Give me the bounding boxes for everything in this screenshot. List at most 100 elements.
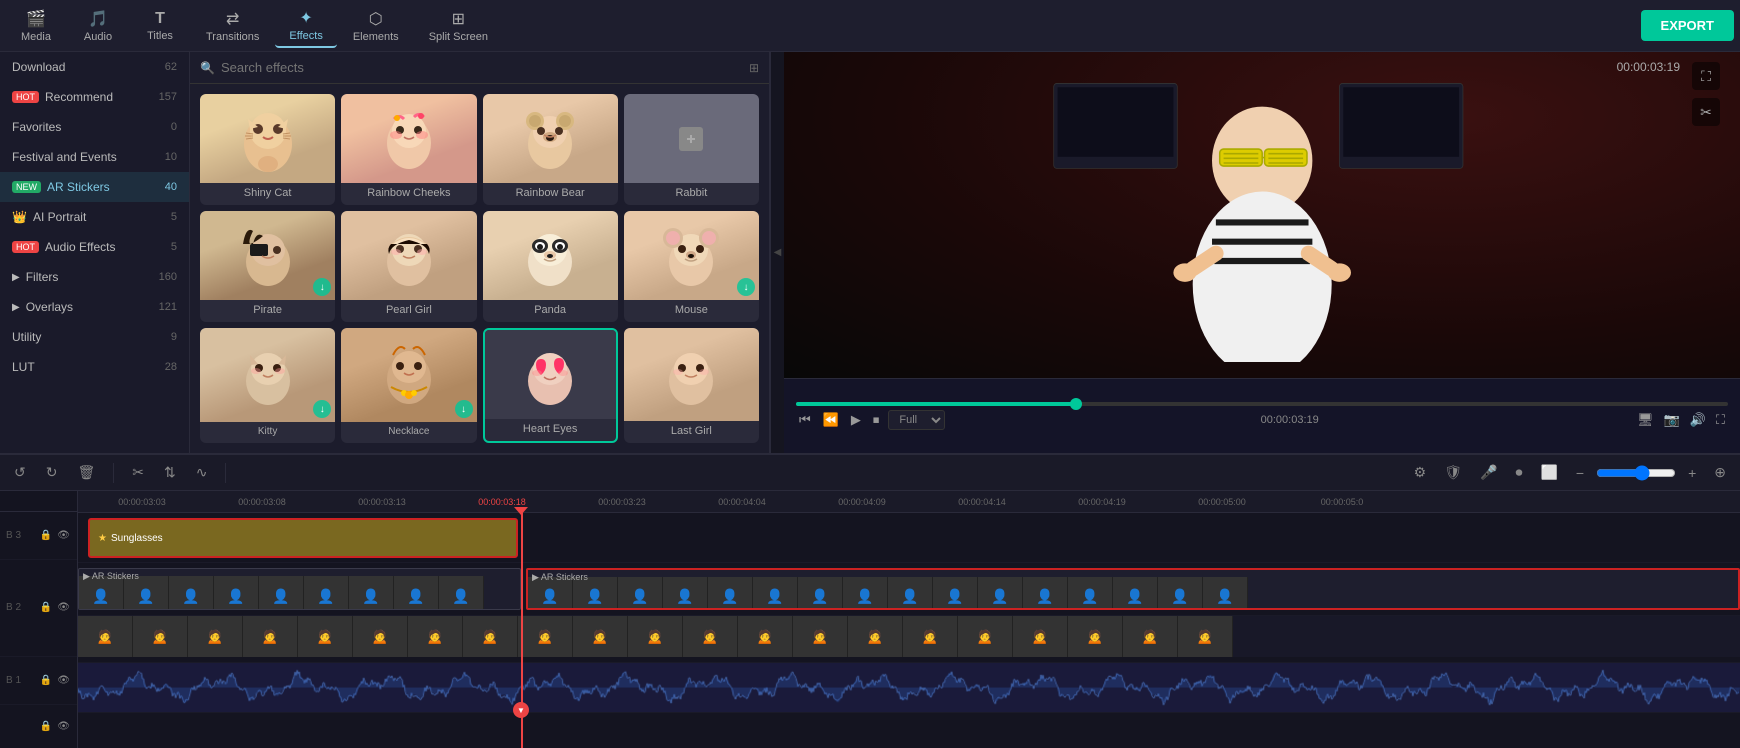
chevron-overlays-icon: ▶ (12, 302, 20, 313)
timeline-settings-btn[interactable]: ⚙ (1408, 460, 1433, 485)
effect-card-pirate[interactable]: ↓ Pirate (200, 211, 335, 322)
toolbar-elements-label: Elements (353, 31, 399, 43)
sidebar-audio-label: Audio Effects (45, 240, 116, 254)
ar-clip-2[interactable]: ▶ AR Stickers 👤 👤 👤 👤 👤 👤 👤 👤 👤 (526, 568, 1740, 610)
download-icon-mouse[interactable]: ↓ (737, 278, 755, 296)
search-input[interactable] (221, 60, 743, 75)
screenshot-btn[interactable]: 📷 (1661, 410, 1683, 430)
effect-card-necklace[interactable]: ↓ Necklace (341, 328, 476, 443)
progress-bar-container (796, 402, 1728, 406)
play-button[interactable]: ▶ (848, 410, 864, 430)
toolbar-splitscreen[interactable]: ⊞ Split Screen (415, 5, 502, 47)
toolbar-media[interactable]: 🎬 Media (6, 5, 66, 47)
effect-card-rabbit[interactable]: Rabbit (624, 94, 759, 205)
eye-b3-btn[interactable]: 👁 (56, 529, 71, 542)
effect-card-cat3[interactable]: ↓ Kitty (200, 328, 335, 443)
download-icon-pirate[interactable]: ↓ (313, 278, 331, 296)
waveform-canvas (78, 663, 1740, 712)
sidebar-item-recommend[interactable]: HOT Recommend 157 (0, 82, 189, 112)
sidebar-item-festival[interactable]: Festival and Events 10 (0, 142, 189, 172)
toolbar-audio[interactable]: 🎵 Audio (68, 5, 128, 47)
sidebar-item-utility[interactable]: Utility 9 (0, 322, 189, 352)
stop-button[interactable]: ⏹ (870, 410, 883, 430)
eye-b2-btn[interactable]: 👁 (56, 601, 71, 614)
timeline-caption-btn[interactable]: ⬜ (1534, 460, 1563, 485)
lock-b2-btn[interactable]: 🔒 (39, 601, 53, 614)
fullscreen-btn[interactable]: ⛶ (1713, 410, 1728, 430)
sidebar-ai-count: 5 (171, 211, 177, 223)
timeline-record-btn[interactable]: ⏺ (1509, 460, 1528, 485)
effect-name-mouse: Mouse (624, 300, 759, 322)
playhead-marker: ▼ (513, 702, 529, 718)
time-code-display: 00:00:03:19 (1261, 414, 1319, 426)
effect-card-panda[interactable]: Panda (483, 211, 618, 322)
sidebar-item-audio-effects[interactable]: HOT Audio Effects 5 (0, 232, 189, 262)
preview-video-area: ⛶ ✂ 00:00:03:19 (784, 52, 1740, 378)
ar-clip-1[interactable]: ▶ AR Stickers 👤 👤 👤 👤 👤 👤 👤 👤 👤 (78, 568, 521, 610)
preview-crop-btn[interactable]: ✂ (1692, 98, 1720, 126)
progress-knob[interactable] (1070, 398, 1082, 410)
effect-name-rabbit: Rabbit (624, 183, 759, 205)
effects-grid: Shiny Cat Rainbow Cheeks Rainbow Bear (190, 84, 769, 453)
toolbar-elements[interactable]: ⬡ Elements (339, 5, 413, 47)
track-label-b2: B 2 🔒 👁 (0, 560, 77, 656)
timeline-zoom-slider[interactable] (1596, 465, 1676, 481)
effect-card-last[interactable]: Last Girl (624, 328, 759, 443)
timeline-shield-btn[interactable]: 🛡 (1438, 460, 1468, 485)
toolbar-titles[interactable]: T Titles (130, 6, 190, 46)
sidebar-item-lut[interactable]: LUT 28 (0, 352, 189, 382)
timeline-zoom-in-btn[interactable]: + (1682, 461, 1702, 485)
split-button[interactable]: ⇅ (158, 460, 182, 485)
track-b1-row (78, 663, 1740, 713)
preview-section: ⛶ ✂ 00:00:03:19 ⏮ (784, 52, 1740, 453)
grid-view-icon[interactable]: ⊞ (749, 61, 759, 75)
sidebar-item-ai-portrait[interactable]: 👑 AI Portrait 5 (0, 202, 189, 232)
skip-back-button[interactable]: ⏮ (796, 410, 814, 430)
effect-thumb-heart-eyes (485, 330, 616, 419)
sidebar-item-filters[interactable]: ▶ Filters 160 (0, 262, 189, 292)
effect-card-heart-eyes[interactable]: Heart Eyes (483, 328, 618, 443)
download-icon-necklace[interactable]: ↓ (455, 400, 473, 418)
effect-thumb-rainbow-cheeks (341, 94, 476, 183)
toolbar-transitions[interactable]: ⇄ Transitions (192, 5, 273, 47)
export-button[interactable]: EXPORT (1641, 10, 1734, 41)
ar-clip-2-label: ▶ AR Stickers (532, 572, 588, 583)
preview-expand-btn[interactable]: ⛶ (1692, 62, 1720, 90)
effect-card-rainbow-bear[interactable]: Rainbow Bear (483, 94, 618, 205)
volume-btn[interactable]: 🔊 (1687, 410, 1709, 430)
delete-button[interactable]: 🗑 (71, 460, 101, 485)
sidebar-item-overlays[interactable]: ▶ Overlays 121 (0, 292, 189, 322)
sidebar-item-download[interactable]: Download 62 (0, 52, 189, 82)
download-icon-cat3[interactable]: ↓ (313, 400, 331, 418)
cut-button[interactable]: ✂ (126, 460, 150, 485)
lock-b3-btn[interactable]: 🔒 (39, 529, 53, 542)
sidebar-item-favorites[interactable]: Favorites 0 (0, 112, 189, 142)
timeline-zoom-out-btn[interactable]: − (1570, 461, 1590, 485)
ruler-spacer (0, 491, 77, 512)
effect-card-mouse[interactable]: ↓ Mouse (624, 211, 759, 322)
effect-thumb-shiny-cat (200, 94, 335, 183)
audio-detach-button[interactable]: ∿ (190, 460, 214, 485)
eye-audio-btn[interactable]: 👁 (56, 720, 71, 733)
monitor-icon-btn[interactable]: 🖥 (1634, 410, 1657, 430)
sunglasses-clip[interactable]: ★ Sunglasses (88, 518, 518, 558)
progress-bar[interactable] (796, 402, 1728, 406)
lock-b1-btn[interactable]: 🔒 (39, 674, 53, 687)
sidebar-item-ar-stickers[interactable]: NEW AR Stickers 40 (0, 172, 189, 202)
effect-card-shiny-cat[interactable]: Shiny Cat (200, 94, 335, 205)
prev-frame-button[interactable]: ⏪ (820, 410, 842, 430)
effect-name-cat3: Kitty (200, 422, 335, 443)
timeline-mic-btn[interactable]: 🎤 (1474, 460, 1503, 485)
effect-card-rainbow-cheeks[interactable]: Rainbow Cheeks (341, 94, 476, 205)
zoom-select[interactable]: Full 50% 75% (888, 410, 945, 430)
eye-b1-btn[interactable]: 👁 (56, 674, 71, 687)
panel-collapse-arrow[interactable]: ◀ (770, 52, 784, 453)
undo-button[interactable]: ↺ (8, 460, 32, 485)
timeline-add-track-btn[interactable]: ⊕ (1708, 460, 1732, 485)
lock-audio-btn[interactable]: 🔒 (39, 720, 53, 733)
effect-card-pearl-girl[interactable]: Pearl Girl (341, 211, 476, 322)
effects-sidebar: Download 62 HOT Recommend 157 Favorites … (0, 52, 190, 453)
toolbar-effects[interactable]: ✦ Effects (275, 4, 336, 48)
track-b3-controls: 🔒 👁 (39, 529, 71, 542)
redo-button[interactable]: ↻ (40, 460, 64, 485)
